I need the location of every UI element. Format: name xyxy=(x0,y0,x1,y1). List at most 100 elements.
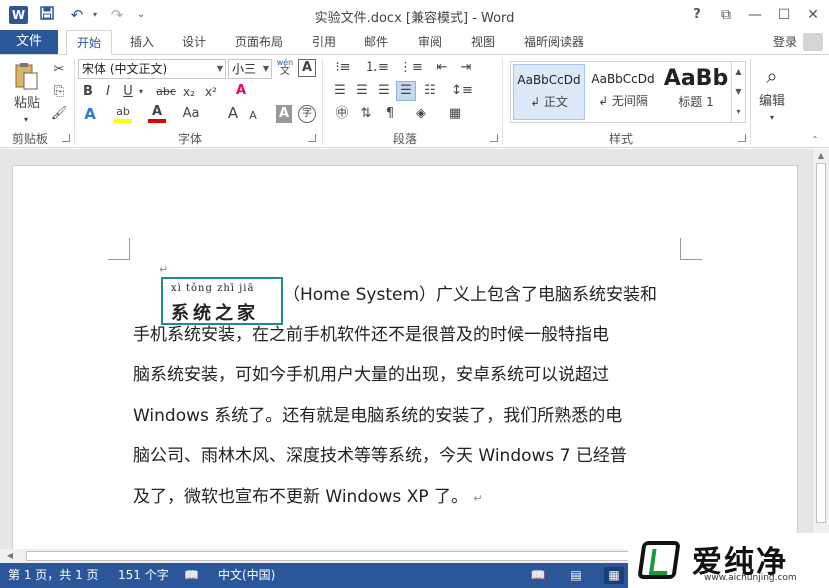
styles-launcher-icon[interactable] xyxy=(738,134,746,142)
superscript-button[interactable]: x² xyxy=(202,83,220,101)
web-layout-icon[interactable]: ▦ xyxy=(604,567,624,584)
redo-icon[interactable]: ↷ xyxy=(106,5,128,25)
change-case-icon[interactable]: Aa xyxy=(180,105,202,123)
grow-font-icon[interactable]: A xyxy=(226,104,240,122)
enclose-characters-icon[interactable]: 字 xyxy=(298,105,316,123)
text-line: 手机系统安装，在之前手机软件还不是很普及的时候一般特指电 xyxy=(133,325,609,345)
tab-mailings[interactable]: 邮件 xyxy=(356,30,396,54)
paragraph-mark: ↵ xyxy=(473,492,483,505)
font-name-value: 宋体 (中文正文) xyxy=(82,62,168,76)
minimize-button[interactable]: — xyxy=(741,4,769,26)
font-launcher-icon[interactable] xyxy=(308,134,316,142)
binoculars-icon[interactable]: ⌕ xyxy=(758,61,786,91)
language[interactable]: 中文(中国) xyxy=(218,563,275,588)
highlight-icon[interactable]: ab xyxy=(114,103,132,123)
clipboard-launcher-icon[interactable] xyxy=(62,134,70,142)
bullets-icon[interactable]: ⁝≡ xyxy=(330,59,356,77)
tab-file[interactable]: 文件 xyxy=(0,30,58,54)
tab-home[interactable]: 开始 xyxy=(66,30,112,55)
document-area: ↵ xì tǒng zhī jiā 系统之家 （Home System）广义上包… xyxy=(0,149,812,549)
styles-scroll-up[interactable]: ▲ xyxy=(731,62,745,82)
tab-references[interactable]: 引用 xyxy=(304,30,344,54)
save-icon[interactable] xyxy=(36,5,58,25)
tab-review[interactable]: 审阅 xyxy=(410,30,450,54)
font-name-combo[interactable]: 宋体 (中文正文) ▼ xyxy=(78,59,226,79)
text-effects-icon[interactable]: A xyxy=(80,105,100,123)
styles-more[interactable]: ▾ xyxy=(731,102,745,122)
style-heading-1[interactable]: AaBb 标题 1 xyxy=(661,64,731,120)
maximize-button[interactable]: ☐ xyxy=(770,4,798,26)
font-color-icon[interactable]: A xyxy=(148,103,166,123)
close-button[interactable]: ✕ xyxy=(799,4,827,26)
print-layout-icon[interactable]: ▤ xyxy=(566,567,586,584)
undo-dropdown-icon[interactable]: ▾ xyxy=(84,5,106,25)
align-left-icon[interactable]: ☰ xyxy=(330,82,350,100)
character-shading-icon[interactable]: A xyxy=(276,105,292,123)
ribbon-display-options-button[interactable]: ⧉ xyxy=(712,4,740,26)
styles-scroll-down[interactable]: ▼ xyxy=(731,82,745,102)
document-page[interactable]: ↵ xì tǒng zhī jiā 系统之家 （Home System）广义上包… xyxy=(12,165,798,549)
vertical-scrollbar[interactable]: ▲ ▼ xyxy=(812,149,829,549)
paste-icon[interactable] xyxy=(12,61,40,91)
character-border-icon[interactable]: A xyxy=(298,59,316,77)
multilevel-list-icon[interactable]: ⋮≡ xyxy=(398,59,424,77)
tab-view[interactable]: 视图 xyxy=(463,30,503,54)
cut-icon[interactable]: ✂ xyxy=(50,61,68,79)
paragraph-launcher-icon[interactable] xyxy=(490,134,498,142)
tab-insert[interactable]: 插入 xyxy=(120,30,164,54)
tab-page-layout[interactable]: 页面布局 xyxy=(228,30,290,54)
tab-design[interactable]: 设计 xyxy=(172,30,216,54)
numbering-icon[interactable]: ⒈≡ xyxy=(364,59,390,77)
group-divider xyxy=(74,59,75,145)
text-line: 脑公司、雨林木风、深度技术等等系统，今天 Windows 7 已经普 xyxy=(133,446,627,466)
shrink-font-icon[interactable]: A xyxy=(246,107,260,125)
paste-dropdown-icon[interactable]: ▾ xyxy=(20,111,32,129)
collapse-ribbon-icon[interactable]: ⌃ xyxy=(808,131,822,149)
distributed-icon[interactable]: ☷ xyxy=(420,82,440,100)
page-count[interactable]: 第 1 页，共 1 页 xyxy=(8,563,99,588)
style-sample: AaBb xyxy=(663,66,729,91)
chevron-down-icon[interactable]: ▾ xyxy=(136,83,146,101)
increase-indent-icon[interactable]: ⇥ xyxy=(456,59,476,77)
scroll-left-icon[interactable]: ◀ xyxy=(4,551,16,560)
sign-in-link[interactable]: 登录 xyxy=(773,30,797,54)
subscript-button[interactable]: x₂ xyxy=(180,83,198,101)
scrollbar-thumb[interactable] xyxy=(816,163,826,523)
style-no-spacing[interactable]: AaBbCcDd ↲ 无间隔 xyxy=(587,64,659,120)
justify-icon[interactable]: ☰ xyxy=(396,81,416,101)
scroll-up-icon[interactable]: ▲ xyxy=(813,151,829,160)
clear-formatting-icon[interactable]: A xyxy=(232,82,250,100)
font-size-combo[interactable]: 小三 ▼ xyxy=(228,59,272,79)
word-count[interactable]: 151 个字 xyxy=(118,563,169,588)
bold-button[interactable]: B xyxy=(80,83,96,101)
align-right-icon[interactable]: ☰ xyxy=(374,82,394,100)
styles-gallery: AaBbCcDd ↲ 正文 AaBbCcDd ↲ 无间隔 AaBb 标题 1 ▲… xyxy=(510,61,746,123)
font-group-label: 字体 xyxy=(177,132,202,146)
avatar[interactable] xyxy=(803,33,823,51)
phonetic-guide-icon[interactable]: wén 文 xyxy=(276,58,294,77)
customize-quick-access-icon[interactable]: ⌄ xyxy=(130,5,152,25)
italic-button[interactable]: I xyxy=(100,83,116,101)
borders-icon[interactable]: ▦ xyxy=(444,105,466,123)
watermark-logo xyxy=(637,541,681,579)
tab-foxit-reader[interactable]: 福昕阅读器 xyxy=(518,30,590,54)
copy-icon[interactable]: ⎘ xyxy=(50,83,68,101)
underline-button[interactable]: U xyxy=(120,83,136,101)
strikethrough-button[interactable]: abc xyxy=(154,83,178,101)
align-center-icon[interactable]: ☰ xyxy=(352,82,372,100)
chinese-layout-icon[interactable]: ㊥ xyxy=(332,105,352,123)
style-sample: AaBbCcDd xyxy=(517,73,581,87)
word-app-icon[interactable]: W xyxy=(9,6,28,24)
decrease-indent-icon[interactable]: ⇤ xyxy=(432,59,452,77)
shading-icon[interactable]: ◈ xyxy=(410,105,432,123)
read-mode-icon[interactable]: 📖 xyxy=(528,567,548,584)
sort-icon[interactable]: ⇅ xyxy=(356,105,376,123)
style-normal[interactable]: AaBbCcDd ↲ 正文 xyxy=(513,64,585,120)
proofing-icon[interactable]: 📖 xyxy=(184,563,199,588)
line-spacing-icon[interactable]: ↕≡ xyxy=(450,82,474,100)
help-button[interactable]: ? xyxy=(683,4,711,26)
format-painter-icon[interactable]: 🖌 xyxy=(50,105,68,123)
chevron-down-icon[interactable]: ▾ xyxy=(766,109,778,127)
paragraph-group-label: 段落 xyxy=(392,132,417,146)
show-marks-icon[interactable]: ¶ xyxy=(380,105,400,123)
